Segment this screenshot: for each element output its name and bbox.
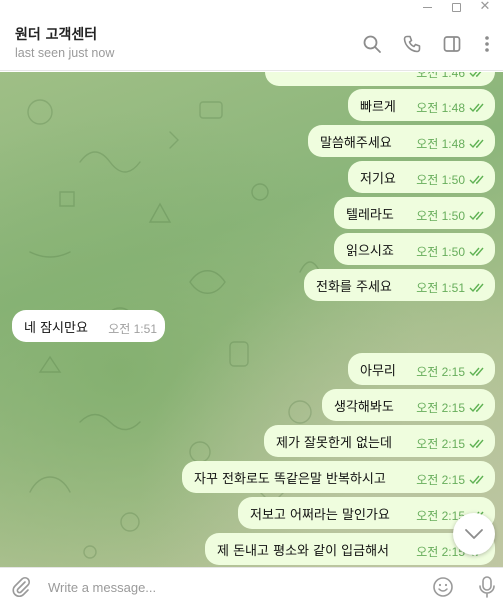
message-text: 제 돈내고 평소와 같이 입금해서 xyxy=(217,543,390,559)
message-meta: 오전 1:50 xyxy=(416,207,487,224)
message-composer xyxy=(0,567,503,603)
message-time: 오전 1:50 xyxy=(416,209,465,223)
minimize-icon[interactable] xyxy=(416,0,438,14)
message-time: 오전 1:48 xyxy=(416,137,465,151)
message-time: 오전 1:46 xyxy=(416,72,465,80)
message-text: 생각해봐도 xyxy=(334,399,394,415)
message-meta: 오전 1:50 xyxy=(416,243,487,260)
message-meta: 오전 1:51 xyxy=(416,279,487,296)
message-text: 텔레라도 xyxy=(346,207,394,223)
read-ticks-icon xyxy=(469,475,484,484)
sidebar-toggle-icon[interactable] xyxy=(442,34,462,54)
message-bubble[interactable]: 아무리 오전 2:15 xyxy=(348,353,495,385)
chat-history[interactable]: 오전 1:46 빠르게 오전 1:48 말씀해주세요 오전 1:48 저기요 오… xyxy=(0,72,503,567)
window-titlebar: ✕ xyxy=(0,0,503,16)
message-time: 오전 1:50 xyxy=(416,245,465,259)
message-text: 읽으시죠 xyxy=(346,243,394,259)
read-ticks-icon xyxy=(469,247,484,256)
message-bubble[interactable]: 말씀해주세요 오전 1:48 xyxy=(308,125,495,157)
message-bubble[interactable]: 오전 1:46 xyxy=(265,72,495,86)
message-bubble[interactable]: 제 돈내고 평소와 같이 입금해서 오전 2:15 xyxy=(205,533,495,565)
message-bubble[interactable]: 자꾸 전화로도 똑같은말 반복하시고 오전 2:15 xyxy=(182,461,495,493)
message-time: 오전 2:15 xyxy=(416,365,465,379)
message-meta: 오전 2:15 xyxy=(416,471,487,488)
message-time: 오전 1:51 xyxy=(416,281,465,295)
read-ticks-icon xyxy=(469,439,484,448)
chat-title[interactable]: 원더 고객센터 xyxy=(15,24,97,44)
message-time: 오전 2:15 xyxy=(416,401,465,415)
chat-header: 원더 고객센터 last seen just now xyxy=(0,16,503,71)
message-meta: 오전 1:48 xyxy=(416,99,487,116)
message-text: 자꾸 전화로도 똑같은말 반복하시고 xyxy=(194,471,386,487)
message-time: 오전 2:15 xyxy=(416,437,465,451)
read-ticks-icon xyxy=(469,175,484,184)
message-bubble[interactable]: 생각해봐도 오전 2:15 xyxy=(322,389,495,421)
message-meta: 오전 2:15 xyxy=(416,399,487,416)
message-input[interactable] xyxy=(48,574,418,600)
message-text: 아무리 xyxy=(360,363,396,379)
message-time: 오전 2:15 xyxy=(416,473,465,487)
message-text: 저기요 xyxy=(360,171,396,187)
message-time: 오전 1:50 xyxy=(416,173,465,187)
message-text: 네 잠시만요 xyxy=(24,320,88,336)
message-time: 오전 1:51 xyxy=(108,322,157,336)
read-ticks-icon xyxy=(469,139,484,148)
message-text: 제가 잘못한게 없는데 xyxy=(276,435,392,451)
message-text: 빠르게 xyxy=(360,99,396,115)
read-ticks-icon xyxy=(469,403,484,412)
scroll-to-bottom-button[interactable] xyxy=(453,513,495,555)
message-bubble[interactable]: 전화를 주세요 오전 1:51 xyxy=(304,269,495,301)
microphone-icon[interactable] xyxy=(476,575,498,599)
message-text: 저보고 어쩌라는 말인가요 xyxy=(250,507,390,523)
read-ticks-icon xyxy=(469,103,484,112)
read-ticks-icon xyxy=(469,283,484,292)
message-time: 오전 1:48 xyxy=(416,101,465,115)
message-meta: 오전 2:15 xyxy=(416,363,487,380)
message-bubble[interactable]: 읽으시죠 오전 1:50 xyxy=(334,233,495,265)
message-bubble-incoming[interactable]: 네 잠시만요 오전 1:51 xyxy=(12,310,165,342)
chevron-down-icon xyxy=(465,529,483,539)
chat-status: last seen just now xyxy=(15,46,115,60)
read-ticks-icon xyxy=(469,211,484,220)
message-bubble[interactable]: 빠르게 오전 1:48 xyxy=(348,89,495,121)
message-meta: 오전 1:46 xyxy=(416,72,487,81)
message-meta: 오전 2:15 xyxy=(416,435,487,452)
message-text: 전화를 주세요 xyxy=(316,279,392,295)
message-meta: 오전 1:51 xyxy=(108,320,157,337)
message-meta: 오전 1:50 xyxy=(416,171,487,188)
message-bubble[interactable]: 저기요 오전 1:50 xyxy=(348,161,495,193)
more-vertical-icon[interactable] xyxy=(477,34,497,54)
close-icon[interactable]: ✕ xyxy=(474,0,496,14)
read-ticks-icon xyxy=(469,367,484,376)
maximize-icon[interactable] xyxy=(445,0,467,14)
paperclip-icon[interactable] xyxy=(10,576,32,598)
phone-icon[interactable] xyxy=(402,34,422,54)
message-bubble[interactable]: 텔레라도 오전 1:50 xyxy=(334,197,495,229)
search-icon[interactable] xyxy=(362,34,382,54)
read-ticks-icon xyxy=(469,72,481,77)
message-text: 말씀해주세요 xyxy=(320,135,392,151)
message-meta: 오전 1:48 xyxy=(416,135,487,152)
emoji-icon[interactable] xyxy=(432,576,454,598)
message-bubble[interactable]: 제가 잘못한게 없는데 오전 2:15 xyxy=(264,425,495,457)
